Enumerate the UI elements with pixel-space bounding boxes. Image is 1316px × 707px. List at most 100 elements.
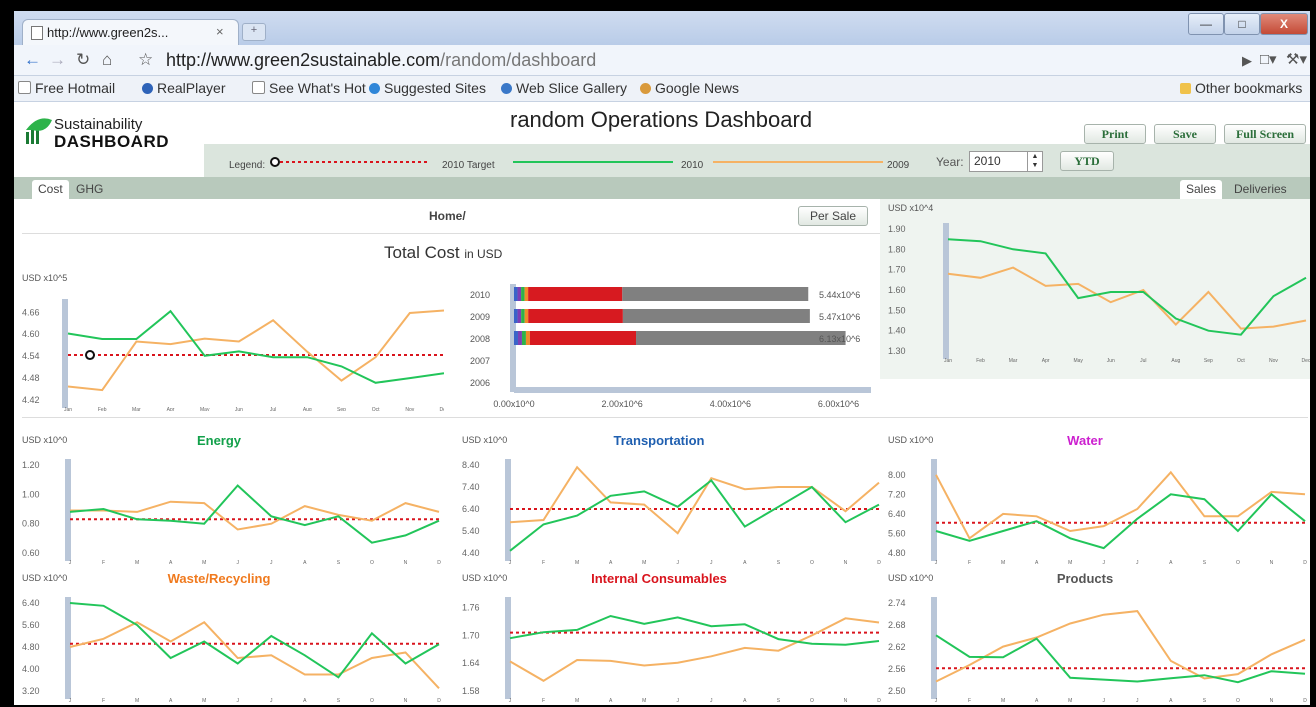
x-tick-label: Mar [132, 407, 141, 411]
browser-tab[interactable]: http://www.green2s... × [22, 19, 239, 46]
web-slice-icon [501, 83, 512, 94]
x-tick-label: Aug [1171, 358, 1180, 364]
y-tick-label: 4.66 [22, 307, 40, 317]
tab-deliveries[interactable]: Deliveries [1228, 180, 1293, 199]
x-tick-label: J [676, 560, 679, 564]
x-tick-label: A [609, 560, 613, 564]
total-cost-title: Total Cost in USD [384, 243, 502, 263]
address-bar[interactable]: http://www.green2sustainable.com/random/… [166, 50, 596, 71]
home-icon[interactable]: ⌂ [102, 50, 112, 70]
x-tick-label: J [236, 560, 239, 564]
y-axis-bar [931, 459, 937, 561]
y-tick-label: 3.20 [22, 686, 40, 696]
bookmark-item[interactable]: RealPlayer [142, 80, 225, 96]
fullscreen-button[interactable]: Full Screen [1224, 124, 1306, 144]
x-tick-label: Jun [235, 407, 243, 411]
spinner-arrows-icon[interactable]: ▲ ▼ [1027, 152, 1042, 171]
waste-svg: USD x10^0 Waste/Recycling 6.40 5.60 4.80 4.00… [22, 571, 441, 704]
breadcrumb[interactable]: Home/ [429, 209, 466, 223]
forward-icon[interactable]: → [49, 50, 66, 70]
print-button[interactable]: Print [1084, 124, 1146, 144]
bookmark-label: Free Hotmail [35, 80, 116, 96]
series-line-2009 [935, 470, 1306, 540]
y-tick-label: 2.50 [888, 686, 906, 696]
chart-title: Waste/Recycling [168, 571, 271, 586]
y-tick-label: 1.70 [462, 630, 480, 640]
category-label: 2010 [470, 290, 490, 300]
x-tick-label: Jan [64, 407, 72, 411]
x-tick-label: Nov [405, 407, 414, 411]
reload-icon[interactable]: ↻ [76, 50, 90, 70]
x-tick-label: J [270, 698, 273, 702]
series-line-2009 [935, 610, 1306, 683]
per-sale-button[interactable]: Per Sale [798, 206, 868, 226]
bookmark-item[interactable]: Web Slice Gallery [501, 80, 627, 96]
x-tick-label: Oct [372, 407, 380, 411]
page-icon [31, 26, 43, 40]
category-label: 2008 [470, 334, 490, 344]
save-button[interactable]: Save [1154, 124, 1216, 144]
tab-sales[interactable]: Sales [1180, 180, 1223, 199]
year-label: Year: [936, 155, 964, 169]
y-tick-label: 8.40 [462, 460, 480, 470]
x-tick-label: Jul [1140, 358, 1146, 364]
x-tick-label: J [236, 698, 239, 702]
x-tick-label: M [1001, 560, 1005, 564]
x-tick-label: Feb [976, 358, 985, 364]
bar-segment [524, 309, 529, 323]
x-tick-label: Apr [167, 407, 175, 411]
bookmark-label: Google News [655, 80, 740, 96]
close-window-button[interactable]: X [1260, 13, 1308, 35]
back-icon[interactable]: ← [24, 50, 41, 70]
y-axis-bar [505, 597, 511, 699]
bar-segment [622, 309, 810, 323]
tab-strip: http://www.green2s... × + — □ X [14, 11, 1310, 46]
play-icon[interactable]: ▶ [1242, 53, 1252, 69]
minimize-button[interactable]: — [1188, 13, 1224, 35]
new-tab-button[interactable]: + [242, 23, 266, 41]
folder-icon [1180, 83, 1191, 94]
x-tick-label: O [1236, 698, 1240, 702]
ytd-button[interactable]: YTD [1060, 151, 1114, 171]
y-tick-label: 1.58 [462, 686, 480, 696]
x-tick-label: D [1303, 698, 1307, 702]
bookmarks-bar: Free Hotmail RealPlayer See What's Hot S… [14, 76, 1310, 102]
y-tick-label: 1.90 [888, 224, 906, 234]
year-spinner[interactable]: 2010 ▲ ▼ [969, 151, 1043, 172]
y-tick-label: 1.80 [888, 244, 906, 254]
y-tick-label: 1.64 [462, 658, 480, 668]
y-tick-label: 4.80 [888, 548, 906, 558]
bookmark-item[interactable]: Suggested Sites [369, 80, 486, 96]
y-tick-label: 8.00 [888, 470, 906, 480]
star-icon[interactable]: ☆ [138, 50, 153, 70]
bar-segment [528, 309, 623, 323]
bookmark-item[interactable]: Free Hotmail [18, 80, 115, 96]
bookmark-item[interactable]: Google News [640, 80, 739, 96]
wrench-icon[interactable]: ⚒▾ [1286, 50, 1307, 68]
x-tick-label: A [303, 560, 307, 564]
tab-ghg[interactable]: GHG [70, 180, 109, 199]
series-line-2009 [69, 621, 440, 689]
page-menu-icon[interactable]: □▾ [1260, 50, 1277, 68]
y-tick-label: 7.40 [462, 482, 480, 492]
y-tick-label: 1.70 [888, 265, 906, 275]
legend-2009-label: 2009 [887, 160, 910, 171]
y-tick-label: 4.54 [22, 351, 40, 361]
x-tick-label: O [810, 698, 814, 702]
x-tick-label: Dec [1302, 358, 1310, 364]
x-tick-label: J [509, 560, 512, 564]
x-tick-label: 4.00x10^6 [710, 399, 751, 409]
bookmark-item[interactable]: See What's Hot [252, 80, 366, 96]
y-tick-label: 1.00 [22, 489, 40, 499]
maximize-button[interactable]: □ [1224, 13, 1260, 35]
sales-chart: USD x10^4 1.90 1.80 1.70 1.60 1.50 1.40 1.30 Jan… [880, 199, 1310, 379]
category-label: 2009 [470, 312, 490, 322]
tab-cost[interactable]: Cost [32, 180, 69, 199]
series-line-2010 [69, 602, 440, 679]
transportation-svg: USD x10^0 Transportation 8.40 7.40 6.40 5.40 4… [462, 433, 881, 566]
y-tick-label: 4.80 [22, 642, 40, 652]
other-bookmarks[interactable]: Other bookmarks [1180, 80, 1302, 96]
x-tick-label: M [135, 698, 139, 702]
x-tick-label: May [200, 407, 210, 411]
tab-close-icon[interactable]: × [216, 24, 224, 39]
